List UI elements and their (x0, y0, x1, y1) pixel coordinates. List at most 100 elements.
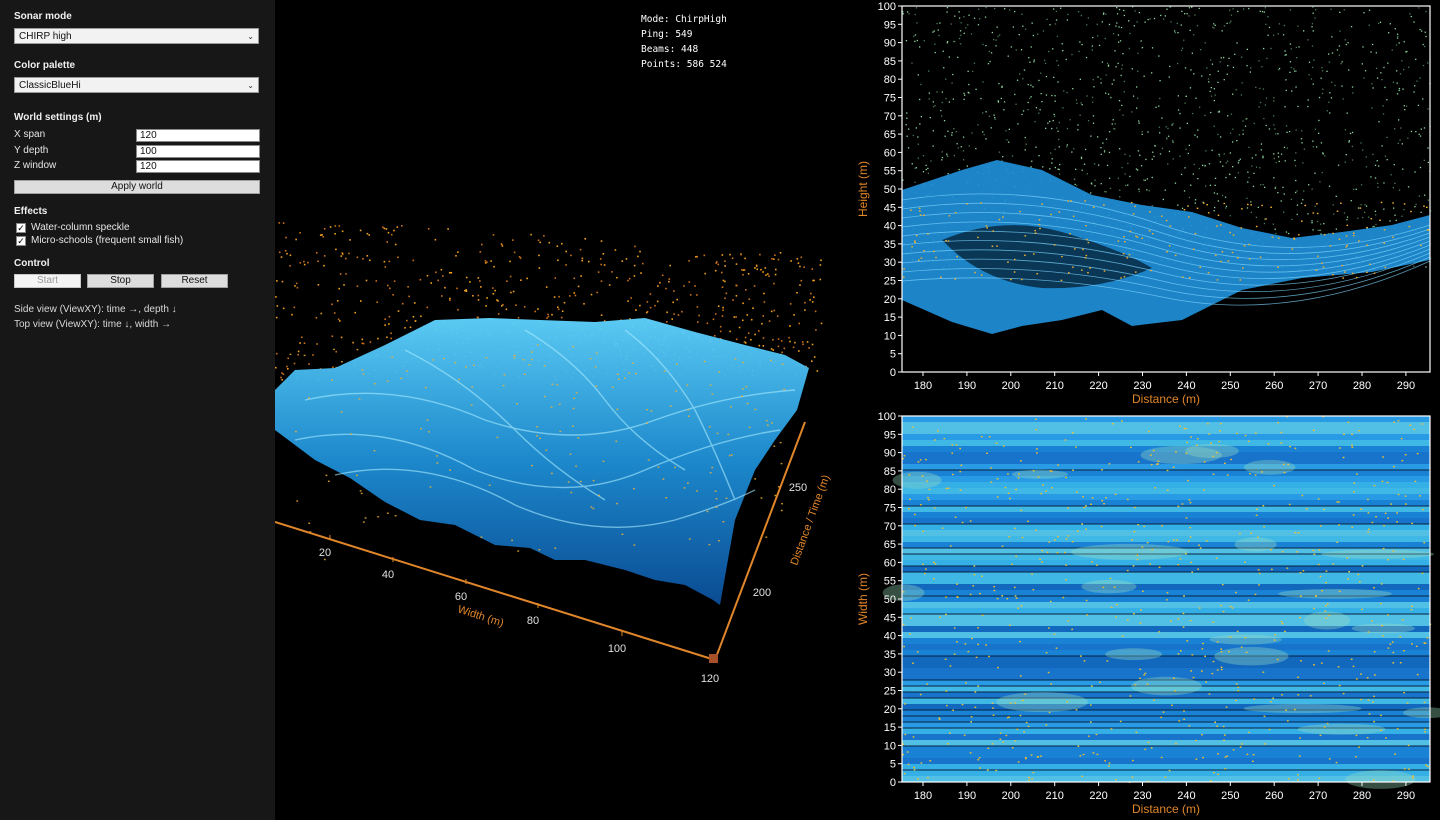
y-tick-label: 30 (884, 257, 896, 269)
color-palette-value: ClassicBlueHi (19, 80, 81, 91)
x-tick-label: 230 (1133, 790, 1151, 802)
y-tick-label: 10 (884, 740, 896, 752)
x-tick-label: 290 (1397, 790, 1415, 802)
y-tick-label: 55 (884, 576, 896, 588)
x-tick-label: 240 (1177, 380, 1195, 392)
y-tick-label: 80 (884, 484, 896, 496)
y-depth-input[interactable]: 100 (136, 145, 260, 158)
x-tick-label: 240 (1177, 790, 1195, 802)
x-tick-label: 200 (1002, 790, 1020, 802)
y-tick-label: 75 (884, 503, 896, 515)
start-button[interactable]: Start (14, 274, 81, 288)
y-tick-label: 20 (884, 704, 896, 716)
distance-axis-tick: 250 (789, 482, 807, 494)
y-tick-label: 65 (884, 539, 896, 551)
y-axis-label: Height (m) (856, 161, 870, 217)
x-tick-label: 210 (1046, 380, 1064, 392)
view-3d[interactable]: 20406080100120Width (m)200250Distance / … (275, 0, 840, 820)
x-tick-label: 200 (1002, 380, 1020, 392)
y-tick-label: 25 (884, 276, 896, 288)
y-tick-label: 95 (884, 19, 896, 31)
y-tick-label: 0 (890, 777, 896, 789)
x-span-label: X span (14, 129, 46, 140)
distance-axis-tick: 200 (753, 587, 771, 599)
y-tick-label: 15 (884, 312, 896, 324)
width-axis-tick: 40 (382, 569, 394, 581)
sonar-mode-select[interactable]: CHIRP high ⌄ (14, 28, 259, 44)
apply-world-button[interactable]: Apply world (14, 180, 260, 194)
world-settings-label: World settings (m) (14, 112, 102, 123)
y-tick-label: 0 (890, 367, 896, 379)
x-tick-label: 280 (1353, 380, 1371, 392)
y-tick-label: 70 (884, 111, 896, 123)
micro-schools-checkbox[interactable]: ✓ (16, 236, 26, 246)
effects-label: Effects (14, 206, 48, 217)
x-tick-label: 190 (958, 380, 976, 392)
y-tick-label: 90 (884, 448, 896, 460)
y-tick-label: 30 (884, 667, 896, 679)
speckle-checkbox-label: Water-column speckle (31, 222, 130, 233)
x-tick-label: 260 (1265, 790, 1283, 802)
y-axis-label: Width (m) (856, 573, 870, 625)
side-view-hint: Side view (ViewXY): time →, depth ↓ (14, 304, 177, 315)
y-tick-label: 100 (878, 1, 896, 13)
y-tick-label: 35 (884, 239, 896, 251)
reset-button[interactable]: Reset (161, 274, 228, 288)
speckle-checkbox[interactable]: ✓ (16, 223, 26, 233)
y-tick-label: 100 (878, 411, 896, 423)
chevron-down-icon: ⌄ (247, 81, 254, 90)
control-label: Control (14, 258, 50, 269)
seafloor-surface (275, 318, 809, 605)
width-axis-tick: 120 (701, 673, 719, 685)
x-tick-label: 220 (1089, 380, 1107, 392)
y-tick-label: 15 (884, 722, 896, 734)
y-tick-label: 75 (884, 93, 896, 105)
y-tick-label: 60 (884, 147, 896, 159)
width-axis-label: Width (m) (456, 603, 505, 629)
y-tick-label: 35 (884, 649, 896, 661)
y-tick-label: 40 (884, 631, 896, 643)
y-tick-label: 70 (884, 521, 896, 533)
y-tick-label: 60 (884, 557, 896, 569)
stop-button[interactable]: Stop (87, 274, 154, 288)
y-tick-label: 40 (884, 221, 896, 233)
y-tick-label: 50 (884, 184, 896, 196)
x-tick-label: 180 (914, 380, 932, 392)
x-tick-label: 250 (1221, 790, 1239, 802)
z-window-input[interactable]: 120 (136, 160, 260, 173)
y-tick-label: 95 (884, 429, 896, 441)
z-window-label: Z window (14, 160, 57, 171)
x-tick-label: 270 (1309, 380, 1327, 392)
color-palette-label: Color palette (14, 60, 76, 71)
x-tick-label: 260 (1265, 380, 1283, 392)
y-tick-label: 5 (890, 349, 896, 361)
width-axis-tick: 20 (319, 547, 331, 559)
y-depth-label: Y depth (14, 145, 49, 156)
x-axis-label: Distance (m) (1132, 802, 1200, 816)
y-tick-label: 5 (890, 759, 896, 771)
x-tick-label: 280 (1353, 790, 1371, 802)
color-palette-select[interactable]: ClassicBlueHi ⌄ (14, 77, 259, 93)
y-tick-label: 65 (884, 129, 896, 141)
width-axis-tick: 100 (608, 643, 626, 655)
y-tick-label: 25 (884, 686, 896, 698)
y-tick-label: 80 (884, 74, 896, 86)
y-tick-label: 45 (884, 612, 896, 624)
y-tick-label: 90 (884, 38, 896, 50)
y-tick-label: 10 (884, 330, 896, 342)
x-tick-label: 180 (914, 790, 932, 802)
y-tick-label: 85 (884, 466, 896, 478)
x-tick-label: 190 (958, 790, 976, 802)
x-tick-label: 290 (1397, 380, 1415, 392)
width-axis-tick: 60 (455, 591, 467, 603)
x-axis-label: Distance (m) (1132, 392, 1200, 406)
y-tick-label: 55 (884, 166, 896, 178)
x-span-input[interactable]: 120 (136, 129, 260, 142)
side-view-chart[interactable]: 0 5 10 15 20 25 30 35 40 45 50 55 60 65 70 75 80 85 90 95 10… (840, 0, 1440, 410)
x-tick-label: 270 (1309, 790, 1327, 802)
micro-schools-checkbox-label: Micro-schools (frequent small fish) (31, 235, 184, 246)
x-tick-label: 230 (1133, 380, 1151, 392)
width-axis-tick: 80 (527, 615, 539, 627)
top-view-chart[interactable]: 0 5 10 15 20 25 30 35 40 45 50 55 60 65 70 75 80 85 90 95 10… (840, 410, 1440, 820)
x-tick-label: 250 (1221, 380, 1239, 392)
